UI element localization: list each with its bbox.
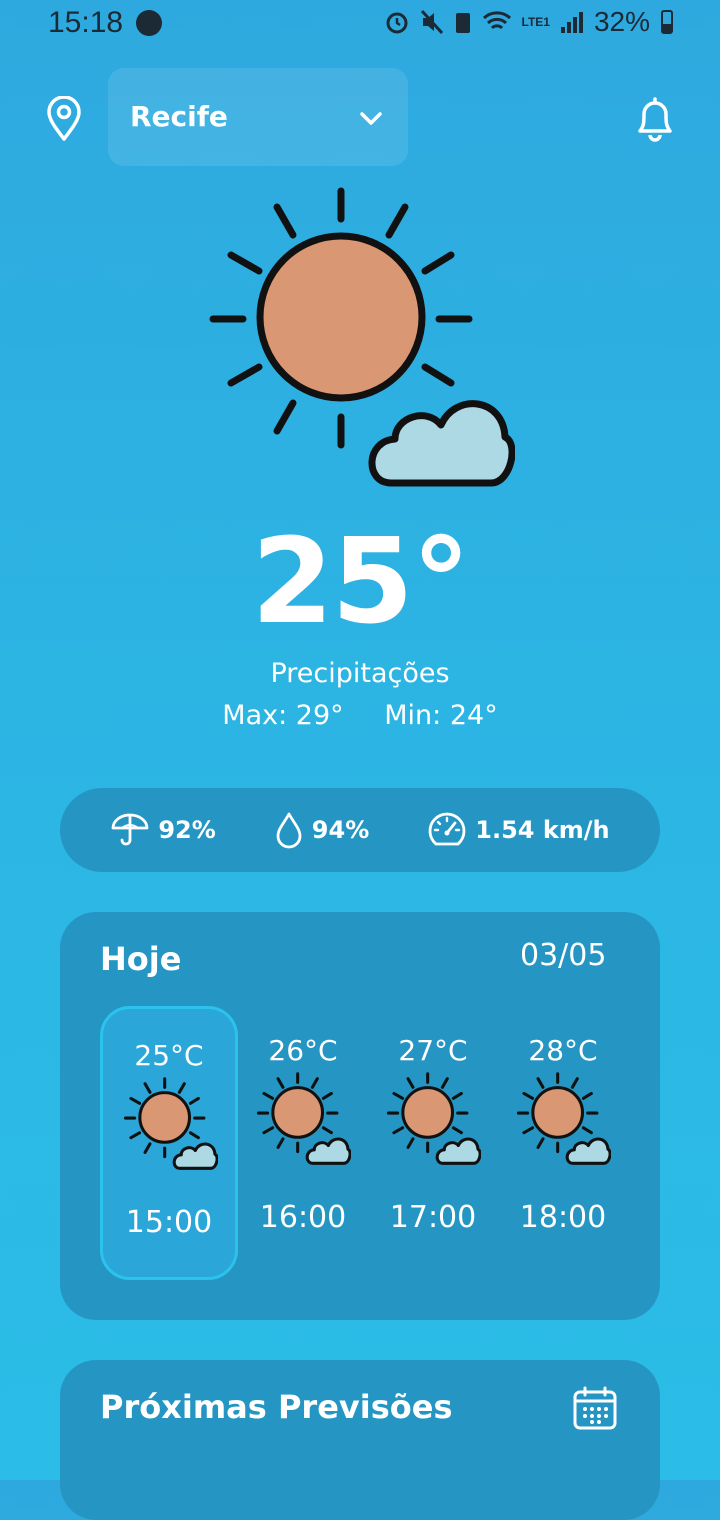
weather-stats-bar: 92% 94% 1.54 km/h bbox=[60, 788, 660, 872]
hourly-temperature: 25°C bbox=[134, 1039, 204, 1072]
wind-value: 1.54 km/h bbox=[475, 816, 610, 844]
hourly-temperature: 28°C bbox=[528, 1034, 598, 1067]
hourly-item[interactable]: 26°C 16:00 bbox=[236, 1006, 370, 1276]
sun-cloud-icon bbox=[209, 187, 515, 487]
bell-icon[interactable] bbox=[632, 94, 678, 144]
weather-condition: Precipitações bbox=[270, 658, 450, 689]
hourly-time: 16:00 bbox=[259, 1200, 347, 1235]
max-temperature: Max: 29° bbox=[222, 700, 344, 731]
drop-icon bbox=[276, 812, 302, 849]
sun-cloud-icon bbox=[386, 1072, 481, 1165]
mute-icon bbox=[420, 9, 443, 35]
battery-percent: 32% bbox=[593, 6, 650, 37]
city-name[interactable]: Recife bbox=[130, 100, 228, 133]
min-max-temperature: Max: 29° Min: 24° bbox=[0, 700, 720, 731]
today-date: 03/05 bbox=[520, 938, 607, 973]
current-temperature: 25° bbox=[251, 512, 470, 650]
humidity-stat: 94% bbox=[274, 811, 369, 849]
next-forecasts-title: Próximas Previsões bbox=[100, 1388, 453, 1426]
network-label: LTE1 bbox=[521, 15, 550, 29]
hourly-time: 18:00 bbox=[519, 1200, 607, 1235]
hourly-temperature: 27°C bbox=[398, 1034, 468, 1067]
hourly-time: 15:00 bbox=[125, 1205, 213, 1240]
umbrella-icon bbox=[111, 813, 149, 846]
sun-cloud-icon bbox=[256, 1072, 351, 1165]
sun-cloud-icon bbox=[123, 1077, 218, 1170]
rain-value: 92% bbox=[158, 816, 216, 844]
status-icons: LTE1 32% bbox=[384, 6, 675, 38]
calendar-icon[interactable] bbox=[572, 1386, 618, 1432]
humidity-value: 94% bbox=[311, 816, 370, 844]
alarm-icon bbox=[386, 12, 407, 34]
min-temperature: Min: 24° bbox=[384, 700, 498, 731]
next-forecasts-card bbox=[60, 1360, 660, 1520]
location-icon[interactable] bbox=[44, 96, 84, 142]
hourly-item[interactable]: 25°C 15:00 bbox=[100, 1006, 238, 1280]
chevron-down-icon[interactable] bbox=[358, 108, 384, 128]
battery-icon bbox=[661, 10, 673, 34]
hourly-item[interactable]: 28°C 18:00 bbox=[496, 1006, 630, 1276]
signal-icon bbox=[560, 12, 583, 33]
battery-saver-icon bbox=[455, 13, 470, 33]
today-title: Hoje bbox=[100, 940, 182, 978]
wifi-icon bbox=[482, 11, 511, 30]
rain-stat: 92% bbox=[110, 812, 216, 848]
hourly-time: 17:00 bbox=[389, 1200, 477, 1235]
wind-stat: 1.54 km/h bbox=[427, 811, 610, 849]
sun-cloud-icon bbox=[516, 1072, 611, 1165]
speedometer-icon bbox=[428, 812, 466, 846]
status-time: 15:18 bbox=[48, 6, 124, 39]
hourly-temperature: 26°C bbox=[268, 1034, 338, 1067]
app-notification-icon bbox=[136, 10, 162, 36]
hourly-item[interactable]: 27°C 17:00 bbox=[366, 1006, 500, 1276]
